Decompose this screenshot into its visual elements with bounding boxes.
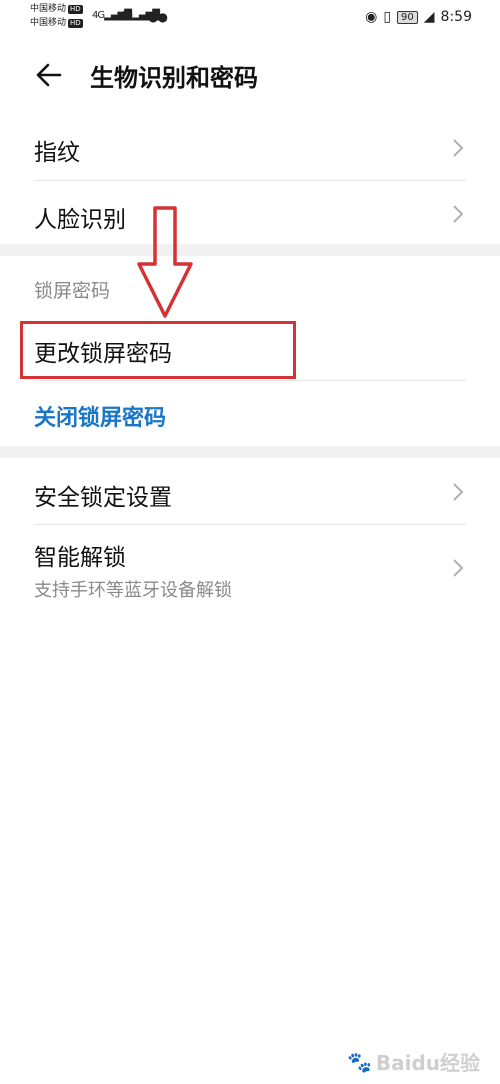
watermark-label: Baidu经验 (375, 1051, 480, 1075)
section-header: 锁屏密码 (34, 280, 111, 302)
chevron-right-icon (453, 205, 464, 223)
carrier-2-label: 中国移动 (30, 18, 67, 28)
divider (34, 380, 466, 381)
clock: 8:59 (440, 9, 472, 25)
header: 生物识别和密码 (0, 42, 500, 106)
smart-unlock-description: 支持手环等蓝牙设备解锁 (34, 580, 232, 601)
status-bar: 中国移动 HD 中国移动 HD 4G▂▄▆█ 4G▂▄▆█ ●● ◉ ▯ 90 ◢ … (0, 0, 500, 34)
section-gap (0, 446, 500, 458)
chevron-right-icon (453, 483, 464, 501)
paw-icon: 🐾 (346, 1049, 372, 1074)
face-recognition-label: 人脸识别 (34, 207, 126, 233)
security-lock-item[interactable]: 安全锁定设置 (0, 460, 500, 524)
divider (34, 180, 466, 181)
carrier-1-label: 中国移动 (30, 4, 67, 14)
face-recognition-item[interactable]: 人脸识别 (0, 182, 500, 244)
battery-icon: 90 (397, 10, 418, 24)
section-gap (0, 244, 500, 256)
wechat-icon: ●● (148, 10, 168, 24)
fingerprint-item[interactable]: 指纹 (0, 118, 500, 180)
page-title: 生物识别和密码 (90, 64, 258, 92)
leaf-icon: ◢ (423, 9, 435, 25)
watermark: 🐾 Baidu经验 (347, 1047, 480, 1076)
vibrate-icon: ▯ (383, 9, 392, 25)
hd-badge: HD (68, 19, 83, 28)
carrier-2: 中国移动 HD (30, 18, 83, 28)
hd-badge: HD (68, 5, 83, 14)
back-arrow-icon[interactable] (34, 60, 64, 90)
chevron-right-icon (453, 139, 464, 157)
annotation-arrow-icon (137, 206, 193, 318)
close-lock-password-label: 关闭锁屏密码 (34, 406, 167, 431)
security-lock-label: 安全锁定设置 (34, 485, 172, 511)
fingerprint-label: 指纹 (34, 140, 80, 166)
carrier-1: 中国移动 HD (30, 4, 83, 14)
close-lock-password-item[interactable]: 关闭锁屏密码 (0, 382, 500, 444)
status-right: ◉ ▯ 90 ◢ 8:59 (365, 9, 472, 25)
divider (34, 524, 466, 525)
eye-icon: ◉ (365, 9, 378, 25)
smart-unlock-label: 智能解锁 (34, 545, 126, 571)
smart-unlock-item[interactable]: 智能解锁 支持手环等蓝牙设备解锁 (0, 526, 500, 610)
annotation-highlight-box (20, 321, 296, 379)
chevron-right-icon (453, 559, 464, 577)
